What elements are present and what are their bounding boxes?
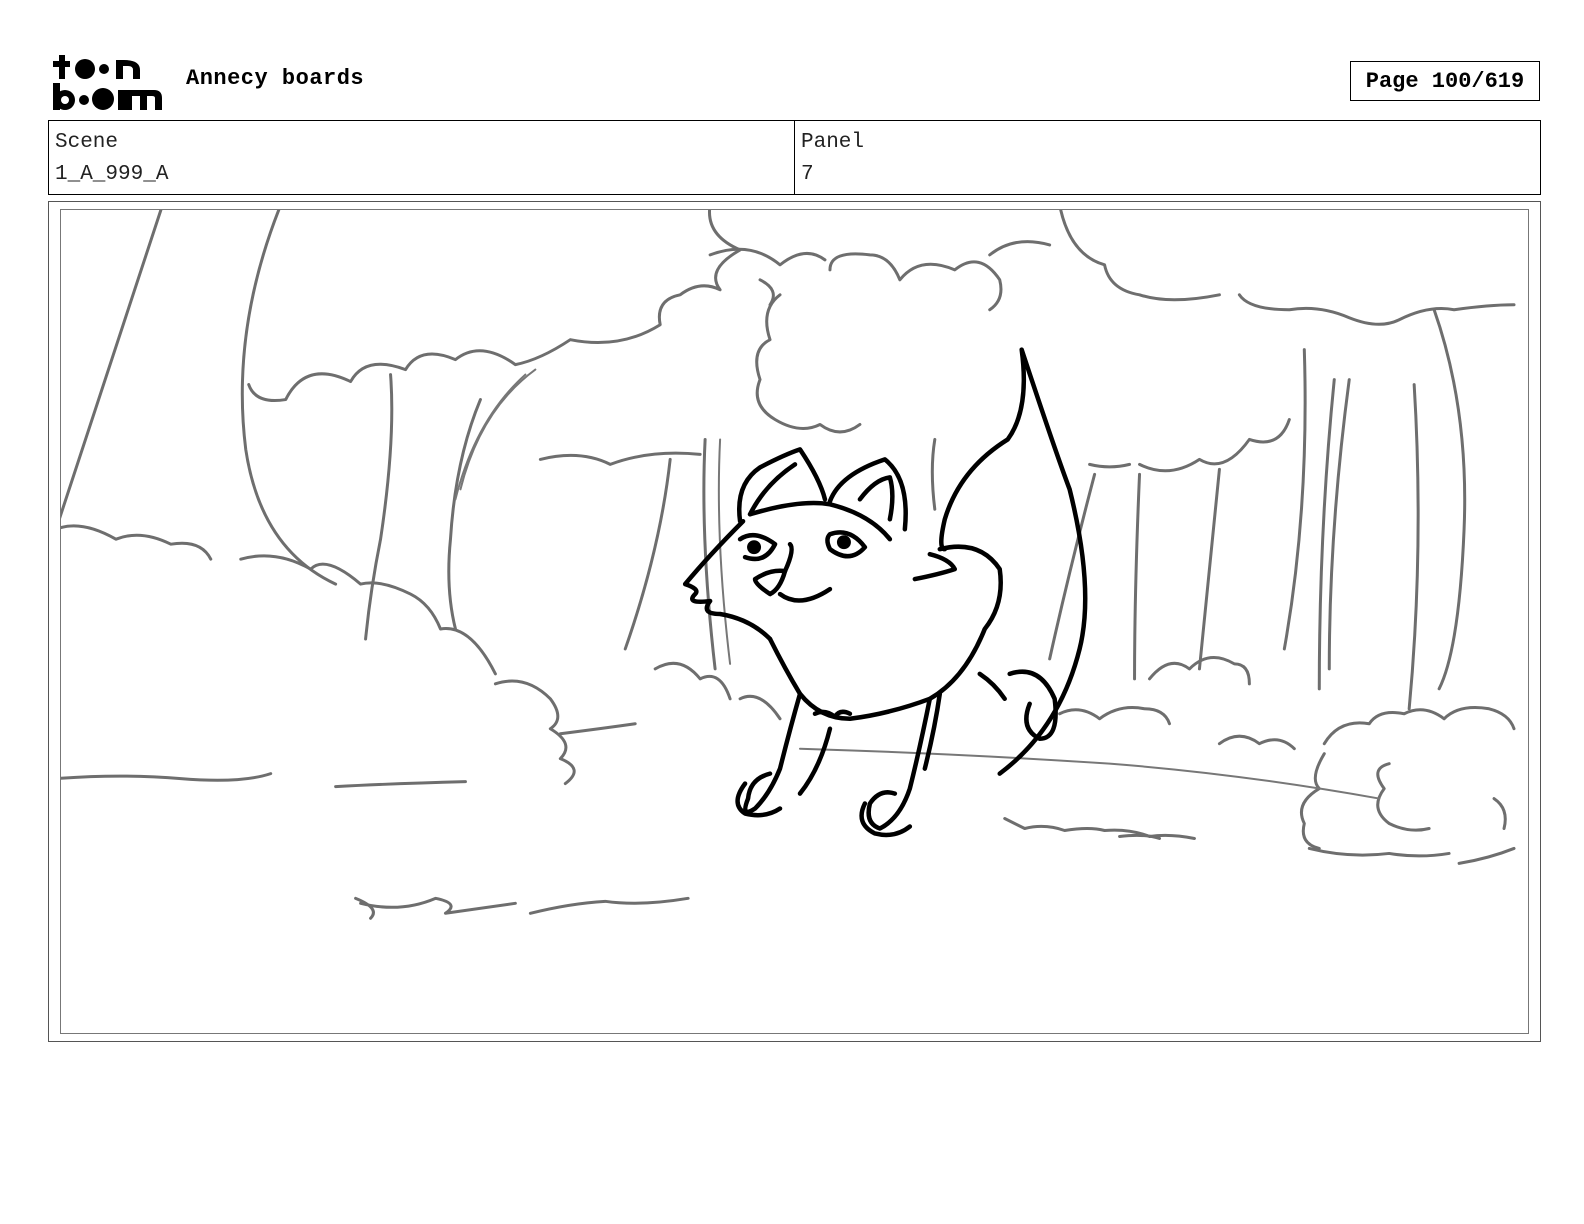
toon-boom-logo [50,52,164,112]
storyboard-sketch [61,210,1516,920]
panel-value: 7 [801,163,814,186]
panel-label: Panel [801,131,865,154]
scene-label: Scene [55,131,119,154]
panel-cell: Panel 7 [794,121,1540,194]
scene-panel-table: Scene 1_A_999_A Panel 7 [48,120,1541,195]
fox-character [682,347,1088,838]
scene-value: 1_A_999_A [55,163,169,186]
scene-cell: Scene 1_A_999_A [49,121,794,194]
page-indicator: Page 100/619 [1350,61,1540,101]
panel-image [60,209,1529,1034]
page-label: Page 100/619 [1365,68,1525,94]
document-title: Annecy boards [186,66,365,91]
